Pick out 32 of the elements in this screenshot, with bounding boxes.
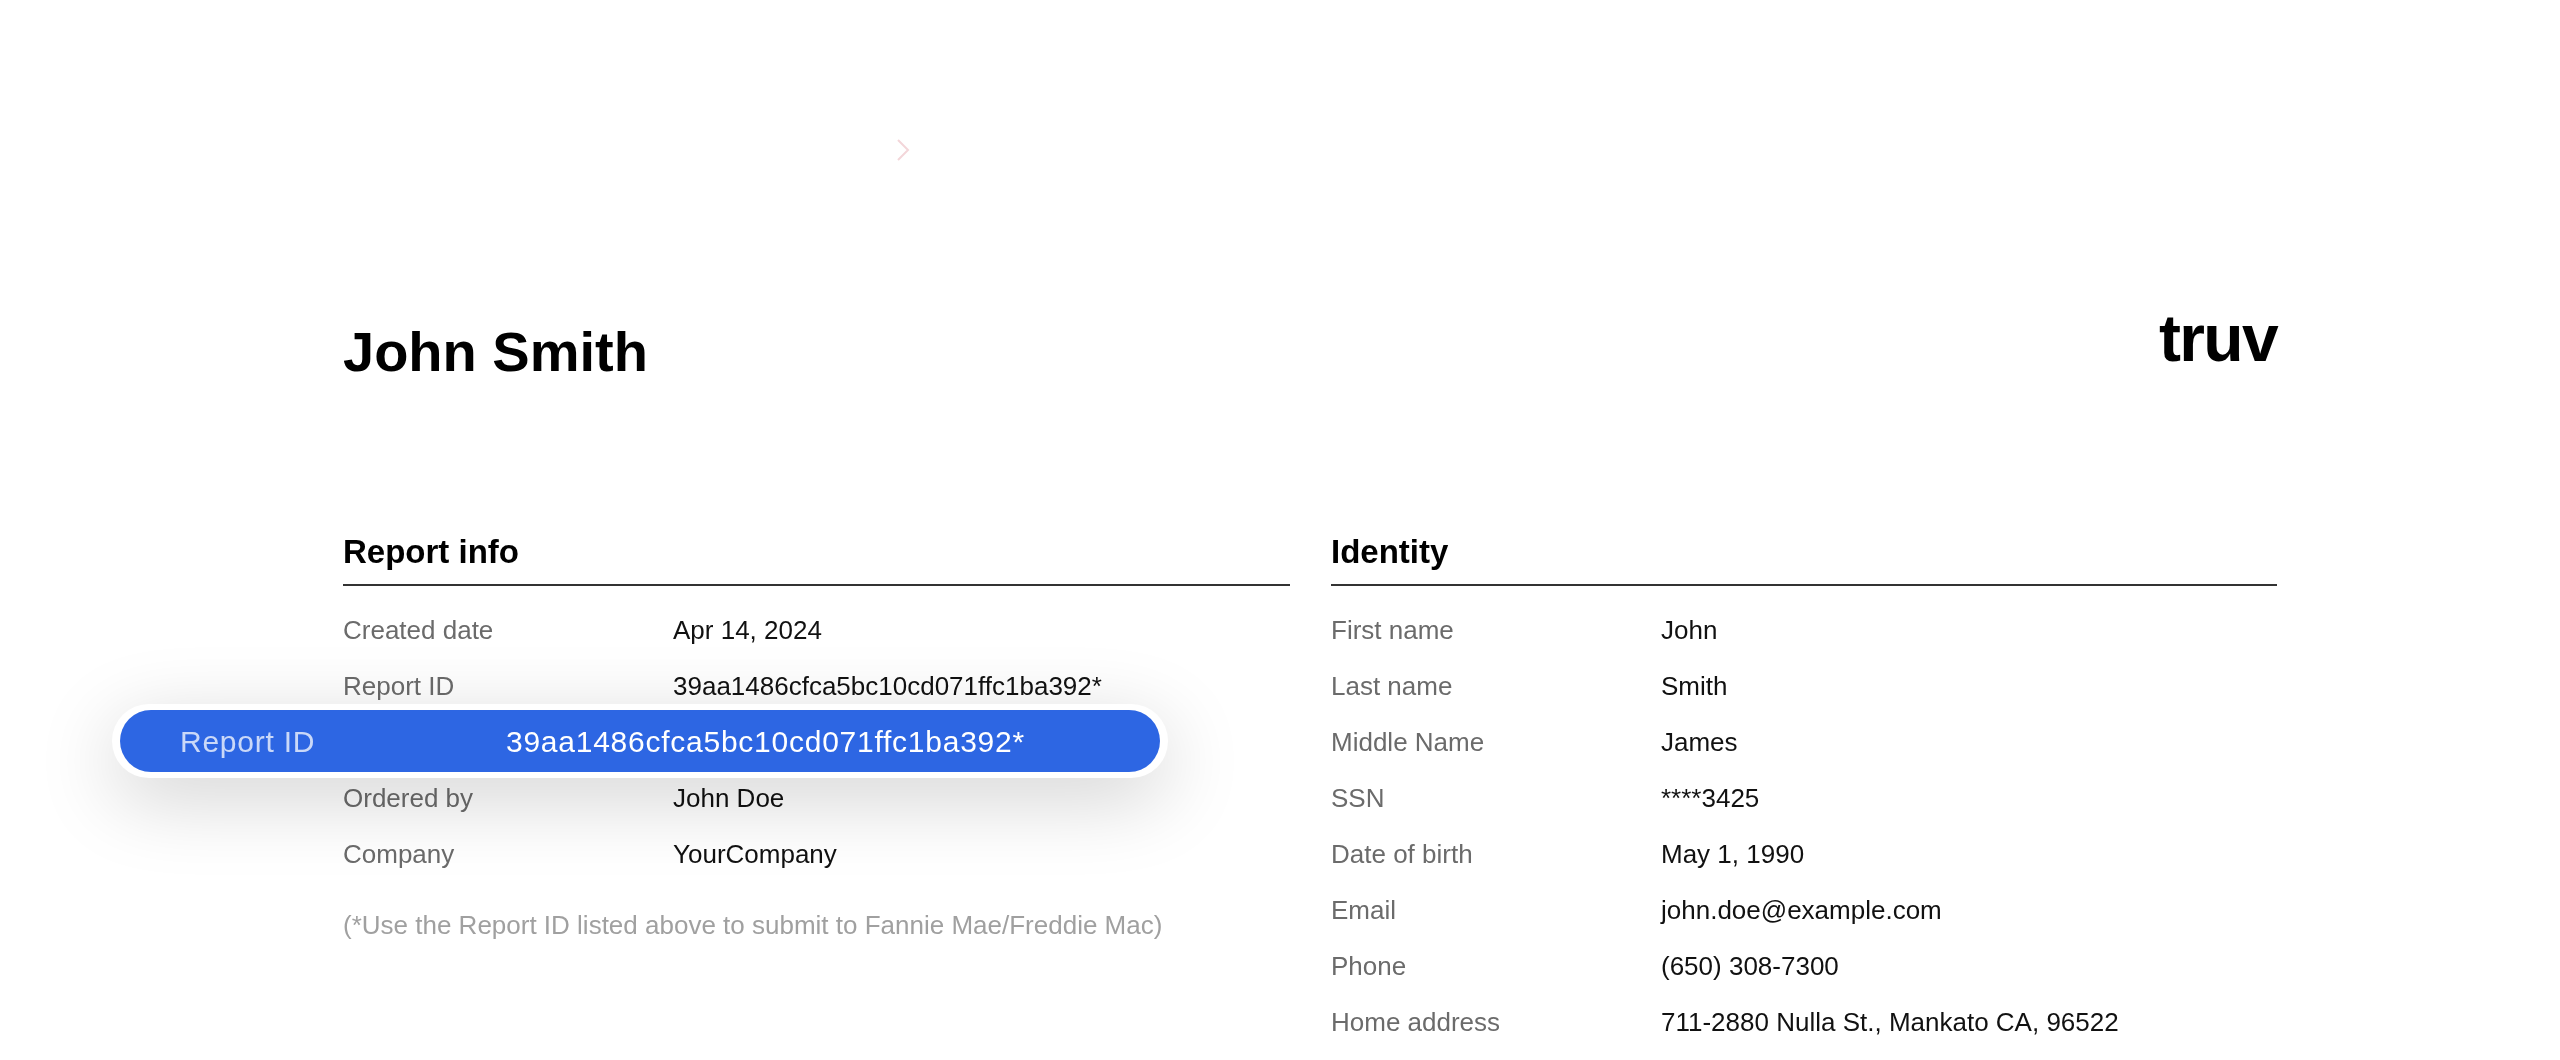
field-label: Date of birth xyxy=(1331,837,1474,871)
field-label: Phone xyxy=(1331,949,1408,983)
field-label: Last name xyxy=(1331,669,1454,703)
field-label: Created date xyxy=(343,613,495,647)
field-value: YourCompany xyxy=(673,837,837,871)
field-value: James xyxy=(1661,725,1738,759)
person-name: John Smith xyxy=(343,319,648,385)
field-value: John xyxy=(1661,613,1718,647)
field-label: Ordered by xyxy=(343,781,475,815)
field-label: Email xyxy=(1331,893,1397,927)
field-value: Apr 14, 2024 xyxy=(673,613,822,647)
field-value: John Doe xyxy=(673,781,785,815)
field-value: May 1, 1990 xyxy=(1661,837,1805,871)
field-label: Company xyxy=(343,837,456,871)
field-value: 711-2880 Nulla St., Mankato CA, 96522 xyxy=(1661,1005,2119,1039)
field-value: Smith xyxy=(1661,669,1728,703)
truv-logo: truv xyxy=(2158,308,2277,368)
chevron-icon xyxy=(896,138,910,162)
section-title: Report info xyxy=(343,530,1290,586)
field-value: (650) 308-7300 xyxy=(1661,949,1839,983)
field-value: ****3425 xyxy=(1661,781,1760,815)
banner-label: Report ID xyxy=(180,723,317,760)
footnote: (*Use the Report ID listed above to submit to Fannie Mae/Freddie Mac) xyxy=(343,909,1164,942)
field-label: Middle Name xyxy=(1331,725,1486,759)
field-label: Report ID xyxy=(343,669,456,703)
banner-value: 39aa1486cfca5bc10cd071ffc1ba392* xyxy=(506,723,1025,760)
field-label: Home address xyxy=(1331,1005,1502,1039)
section-title: Identity xyxy=(1331,530,2277,586)
field-label: SSN xyxy=(1331,781,1386,815)
field-value: 39aa1486cfca5bc10cd071ffc1ba392* xyxy=(673,669,1102,703)
field-value: john.doe@example.com xyxy=(1661,893,1942,927)
field-label: First name xyxy=(1331,613,1455,647)
